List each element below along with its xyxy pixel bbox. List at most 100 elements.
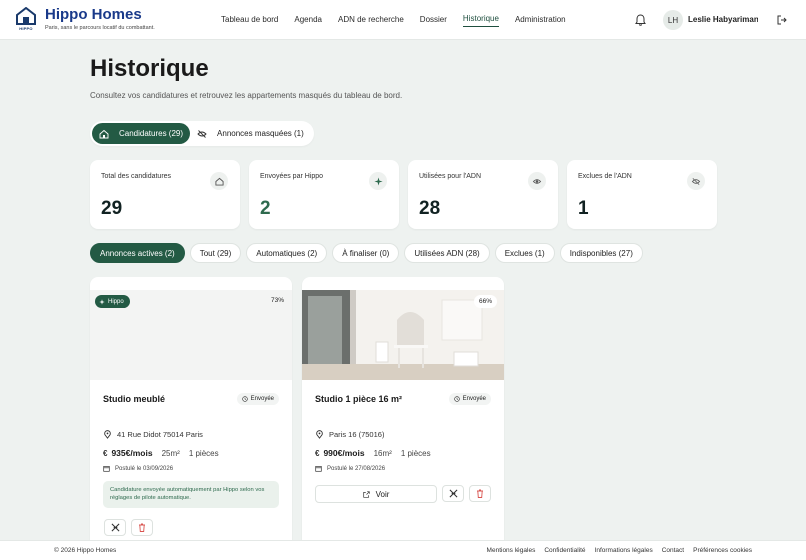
eye-off-icon — [687, 172, 705, 190]
euro-icon: € — [103, 448, 108, 458]
filter-indisponibles[interactable]: Indisponibles (27) — [559, 243, 643, 263]
rooms: 1 pièces — [400, 448, 431, 458]
dna-exclude-icon — [111, 523, 119, 532]
posted-date: Postulé le 03/09/2026 — [115, 465, 174, 472]
source-badge-label: Hippo — [108, 298, 124, 305]
tab-candidatures[interactable]: Candidatures (29) — [92, 123, 191, 144]
stat-value: 2 — [260, 198, 271, 219]
stat-label: Total des candidatures — [101, 173, 172, 180]
page-title: Historique — [90, 55, 209, 82]
location-pin-icon — [104, 430, 111, 439]
clock-icon — [241, 396, 248, 402]
listing-card[interactable]: 66% Studio 1 pièce 16 m² Envoyée Paris 1… — [302, 277, 504, 560]
listing-title: Studio meublé — [103, 394, 166, 404]
copyright: © 2026 Hippo Homes — [54, 547, 117, 554]
rooms: 1 pièces — [188, 448, 219, 458]
footer-link-preferences-cookies[interactable]: Préférences cookies — [693, 547, 752, 554]
bell-icon[interactable] — [635, 14, 646, 26]
posted-row: Postulé le 27/08/2026 — [315, 465, 385, 472]
listing-card[interactable]: Hippo 73% Studio meublé Envoyée 41 Rue D… — [90, 277, 292, 560]
stat-label: Exclues de l'ADN — [578, 173, 632, 180]
trash-icon — [477, 489, 483, 498]
stat-label: Utilisées pour l'ADN — [419, 173, 482, 180]
exclude-adn-button[interactable] — [104, 519, 126, 536]
house-logo-icon — [16, 7, 36, 25]
status-badge: Envoyée — [448, 393, 491, 405]
match-score: 66% — [473, 295, 497, 308]
nav-historique[interactable]: Historique — [462, 13, 499, 27]
filter-automatiques[interactable]: Automatiques (2) — [246, 243, 328, 263]
filter-exclues[interactable]: Exclues (1) — [494, 243, 555, 263]
top-header: HIPPO Hippo Homes Paris, sans le parcour… — [0, 0, 806, 40]
tab-annonces-masquees-label: Annonces masquées (1) — [217, 129, 304, 138]
tab-annonces-masquees[interactable]: Annonces masquées (1) — [190, 123, 311, 144]
calendar-icon — [103, 466, 110, 472]
delete-button[interactable] — [469, 485, 491, 502]
footer-link-informations-legales[interactable]: Informations légales — [595, 547, 653, 554]
footer-link-mentions-legales[interactable]: Mentions légales — [487, 547, 536, 554]
filter-a-finaliser[interactable]: À finaliser (0) — [332, 243, 400, 263]
brand-name: Hippo Homes — [45, 6, 142, 23]
avatar[interactable]: LH — [663, 10, 683, 30]
filter-tout[interactable]: Tout (29) — [189, 243, 242, 263]
posted-row: Postulé le 03/09/2026 — [103, 465, 173, 472]
exclude-adn-button[interactable] — [442, 485, 464, 502]
status-badge: Envoyée — [236, 393, 279, 405]
external-link-icon — [362, 490, 370, 498]
history-tabs: Candidatures (29) Annonces masquées (1) — [90, 121, 314, 146]
price: 990€/mois — [323, 448, 365, 458]
surface: 25m² — [161, 448, 180, 458]
posted-date: Postulé le 27/08/2026 — [327, 465, 386, 472]
calendar-icon — [315, 466, 322, 472]
footer: © 2026 Hippo Homes Mentions légales Conf… — [0, 540, 806, 560]
eye-off-icon — [197, 129, 207, 138]
sparkle-icon — [99, 298, 105, 305]
page-subtitle: Consultez vos candidatures et retrouvez … — [90, 91, 403, 100]
footer-link-contact[interactable]: Contact — [662, 547, 684, 554]
stat-utilisees-adn: Utilisées pour l'ADN 28 — [408, 160, 558, 229]
footer-links: Mentions légales Confidentialité Informa… — [478, 547, 752, 554]
stat-exclues-adn: Exclues de l'ADN 1 — [567, 160, 717, 229]
stat-value: 28 — [419, 198, 441, 219]
logout-icon[interactable] — [777, 15, 787, 25]
brand-tagline: Paris, sans le parcours locatif du comba… — [45, 25, 155, 31]
address-row: 41 Rue Didot 75014 Paris — [103, 430, 203, 439]
stat-value: 1 — [578, 198, 589, 219]
euro-icon: € — [315, 448, 320, 458]
price-row: € 990€/mois 16m² 1 pièces — [315, 448, 440, 458]
footer-link-confidentialite[interactable]: Confidentialité — [544, 547, 585, 554]
user-name[interactable]: Leslie Habyarimana — [688, 15, 758, 24]
price-row: € 935€/mois 25m² 1 pièces — [103, 448, 228, 458]
status-badge-label: Envoyée — [462, 396, 486, 402]
dna-exclude-icon — [449, 489, 457, 498]
view-listing-button[interactable]: Voir — [315, 485, 437, 503]
autopilot-note: Candidature envoyée automatiquement par … — [103, 481, 279, 508]
address: 41 Rue Didot 75014 Paris — [117, 430, 203, 439]
filter-utilisees-adn[interactable]: Utilisées ADN (28) — [404, 243, 490, 263]
hippo-logo[interactable]: HIPPO — [14, 7, 38, 33]
filter-bar: Annonces actives (2) Tout (29) Automatiq… — [90, 243, 648, 263]
stat-envoyees-par-hippo: Envoyées par Hippo 2 — [249, 160, 399, 229]
stat-label: Envoyées par Hippo — [260, 173, 324, 180]
home-icon — [99, 129, 109, 138]
home-icon — [210, 172, 228, 190]
listing-title[interactable]: Studio 1 pièce 16 m² — [315, 394, 402, 404]
stat-value: 29 — [101, 198, 123, 219]
delete-button[interactable] — [131, 519, 153, 536]
nav-dossier[interactable]: Dossier — [420, 14, 447, 27]
price: 935€/mois — [111, 448, 153, 458]
nav-agenda[interactable]: Agenda — [294, 14, 322, 27]
clock-icon — [453, 396, 460, 402]
source-badge: Hippo — [95, 295, 130, 308]
location-pin-icon — [316, 430, 323, 439]
brand[interactable]: Hippo Homes Paris, sans le parcours loca… — [45, 6, 155, 32]
logo-text: HIPPO — [19, 26, 33, 31]
trash-icon — [139, 523, 145, 532]
surface: 16m² — [373, 448, 392, 458]
nav-tableau-de-bord[interactable]: Tableau de bord — [221, 14, 278, 27]
status-badge-label: Envoyée — [250, 396, 274, 402]
nav-adn-de-recherche[interactable]: ADN de recherche — [338, 14, 404, 27]
match-score: 73% — [270, 297, 284, 304]
filter-annonces-actives[interactable]: Annonces actives (2) — [90, 243, 185, 263]
nav-administration[interactable]: Administration — [515, 14, 566, 27]
